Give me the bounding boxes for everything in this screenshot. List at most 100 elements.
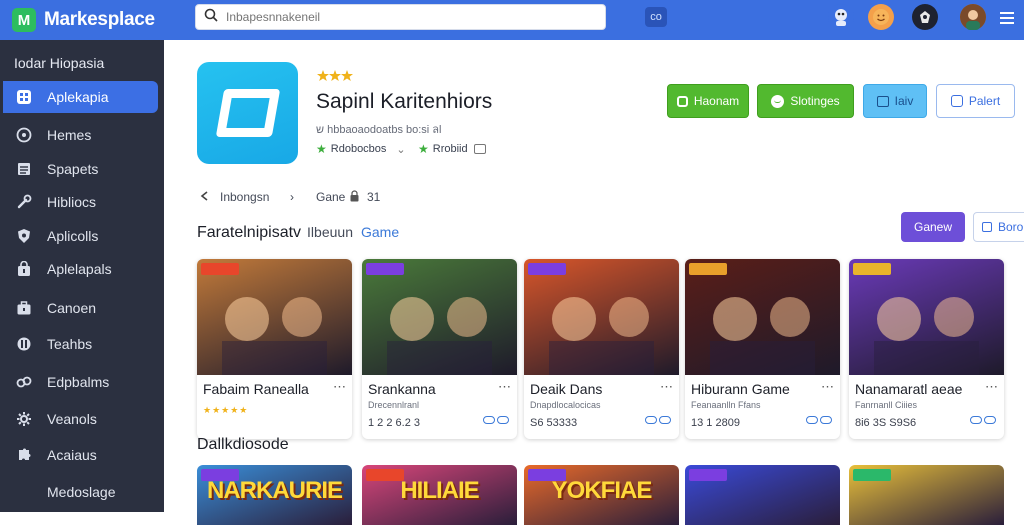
rating-stars-icon [317,70,353,85]
sidebar-item-label: Veanols [47,411,97,427]
sidebar-item-edpbalms[interactable]: Edpbalms [3,366,158,398]
app-title: Sapinl Karitenhiors [316,90,493,113]
sidebar-item-label: Canoen [47,300,97,316]
app-tag-platform[interactable]: ★ Rrobiid [418,142,486,156]
sidebar-item-spapets[interactable]: Spapets [3,153,158,185]
toggle-icon[interactable] [804,416,832,424]
button-label: Iaiv [894,94,914,108]
more-options-icon[interactable]: ⋯ [985,379,998,395]
game-stat: 8i6 3S S9S6 [855,417,917,429]
app-icon [197,62,298,164]
sidebar-item-teahbs[interactable]: Teahbs [3,328,158,360]
slotinges-button[interactable]: Slotinges [757,84,854,118]
primary-button[interactable]: Ganew [901,212,965,242]
secondary-button[interactable]: Boro [973,212,1024,242]
game-card[interactable] [685,465,840,525]
main-content: Sapinl Karitenhiors ש hbbaoaodoatbs bo:s… [164,40,1024,525]
game-developer: Fanrnanll Ciiies [855,400,918,410]
game-card[interactable]: YOKFIAE [524,465,679,525]
game-logo: YOKFIAE [551,477,653,504]
toggle-icon[interactable] [968,416,996,424]
game-card[interactable]: HILIAIE [362,465,517,525]
breadcrumb-item[interactable]: Inbongsn [220,190,269,204]
game-thumbnail[interactable] [685,259,840,375]
section2-title: Dallkdiosode [197,436,289,453]
toggle-icon[interactable] [643,416,671,424]
game-card[interactable] [849,465,1004,525]
more-options-icon[interactable]: ⋯ [333,379,346,395]
sidebar-item-aplicolls[interactable]: Aplicolls [3,220,158,252]
shield-icon [15,227,33,245]
brand[interactable]: M Markesplace [12,8,192,32]
smiley-icon[interactable] [868,4,894,30]
top-action-button[interactable]: co [645,7,667,27]
section-title: Faratelnipisatv [197,224,302,241]
sidebar-item-acaiaus[interactable]: Acaiaus [3,439,158,471]
game-card[interactable]: Deaik Dans ⋯ Dnapdlocalocicas S6 53333 [524,259,679,439]
sidebar-item-label: Hemes [47,127,92,143]
game-stat: 1 2 2 6.2 3 [368,417,420,429]
search-input[interactable] [226,10,586,24]
palert-button[interactable]: Palert [936,84,1015,118]
button-label: Haonam [693,94,740,108]
sidebar-item-aplekapia[interactable]: Aplekapia [3,81,158,113]
sidebar-item-label: Teahbs [47,336,93,352]
button-label: Slotinges [790,94,840,108]
menu-icon[interactable] [1000,12,1014,24]
game-card[interactable]: Nanamaratl aeae ⋯ Fanrnanll Ciiies 8i6 3S S… [849,259,1004,439]
star-icon: ★ [418,142,429,156]
search-box[interactable] [195,4,606,30]
app-subtitle: ש hbbaoaodoatbs bo:si ลl [316,124,442,136]
game-thumbnail[interactable] [849,259,1004,375]
category-badge [689,469,727,481]
game-title[interactable]: Srankanna [368,381,436,397]
puzzle-icon [15,446,33,464]
sidebar-item-label: Aplicolls [47,228,99,244]
game-title[interactable]: Nanamaratl aeae [855,381,962,397]
home-icon [15,126,33,144]
app-tag-category[interactable]: ★ Rdobocbos ⌄ [316,142,406,156]
more-options-icon[interactable]: ⋯ [821,379,834,395]
category-badge [853,469,891,481]
breadcrumb-item[interactable]: Gane [316,190,345,204]
sidebar-item-label: Spapets [47,161,99,177]
sidebar-item-veanols[interactable]: Veanols [3,403,158,435]
sidebar-item-aplelapals[interactable]: Aplelapals [3,253,158,285]
iaiv-button[interactable]: Iaiv [863,84,927,118]
notification-icon[interactable] [912,4,938,30]
game-card[interactable]: Srankanna ⋯ Drecennlranl 1 2 2 6.2 3 [362,259,517,439]
game-developer: Feanaanlln Ffans [691,400,761,410]
apps-icon [15,88,33,106]
game-thumbnail[interactable] [524,259,679,375]
game-card[interactable]: NARKAURIE [197,465,352,525]
haonam-button[interactable]: Haonam [667,84,749,118]
settings-icon [15,410,33,428]
game-thumbnail[interactable] [362,259,517,375]
game-card[interactable]: Fabaim Ranealla ⋯ ★★★★★ [197,259,352,439]
avatar[interactable] [960,4,986,30]
chart-icon [876,95,889,107]
breadcrumb-item[interactable]: 31 [367,190,380,204]
search-icon [204,8,218,27]
section-link[interactable]: Game [361,224,399,240]
toggle-icon[interactable] [481,416,509,424]
game-card[interactable]: Hiburann Game ⋯ Feanaanlln Ffans 13 1 2809 [685,259,840,439]
game-title[interactable]: Deaik Dans [530,381,602,397]
more-options-icon[interactable]: ⋯ [498,379,511,395]
sidebar-item-hemes[interactable]: Hemes [3,119,158,151]
game-stat: 13 1 2809 [691,417,740,429]
sidebar-item-hibliocs[interactable]: Hibliocs [3,186,158,218]
button-label: Boro [998,220,1024,234]
back-icon[interactable] [199,190,211,205]
square-icon [676,95,688,107]
mascot-icon[interactable] [828,4,854,30]
game-logo: HILIAIE [400,477,479,504]
smiley-icon [771,94,785,108]
more-options-icon[interactable]: ⋯ [660,379,673,395]
section-header: Faratelnipisatv Ilbeuun Game [197,224,399,242]
sidebar-item-canoen[interactable]: Canoen [3,292,158,324]
game-title[interactable]: Hiburann Game [691,381,790,397]
game-title[interactable]: Fabaim Ranealla [203,381,309,397]
game-thumbnail[interactable] [197,259,352,375]
sidebar-item-medoslage[interactable]: Medoslage [3,476,158,508]
